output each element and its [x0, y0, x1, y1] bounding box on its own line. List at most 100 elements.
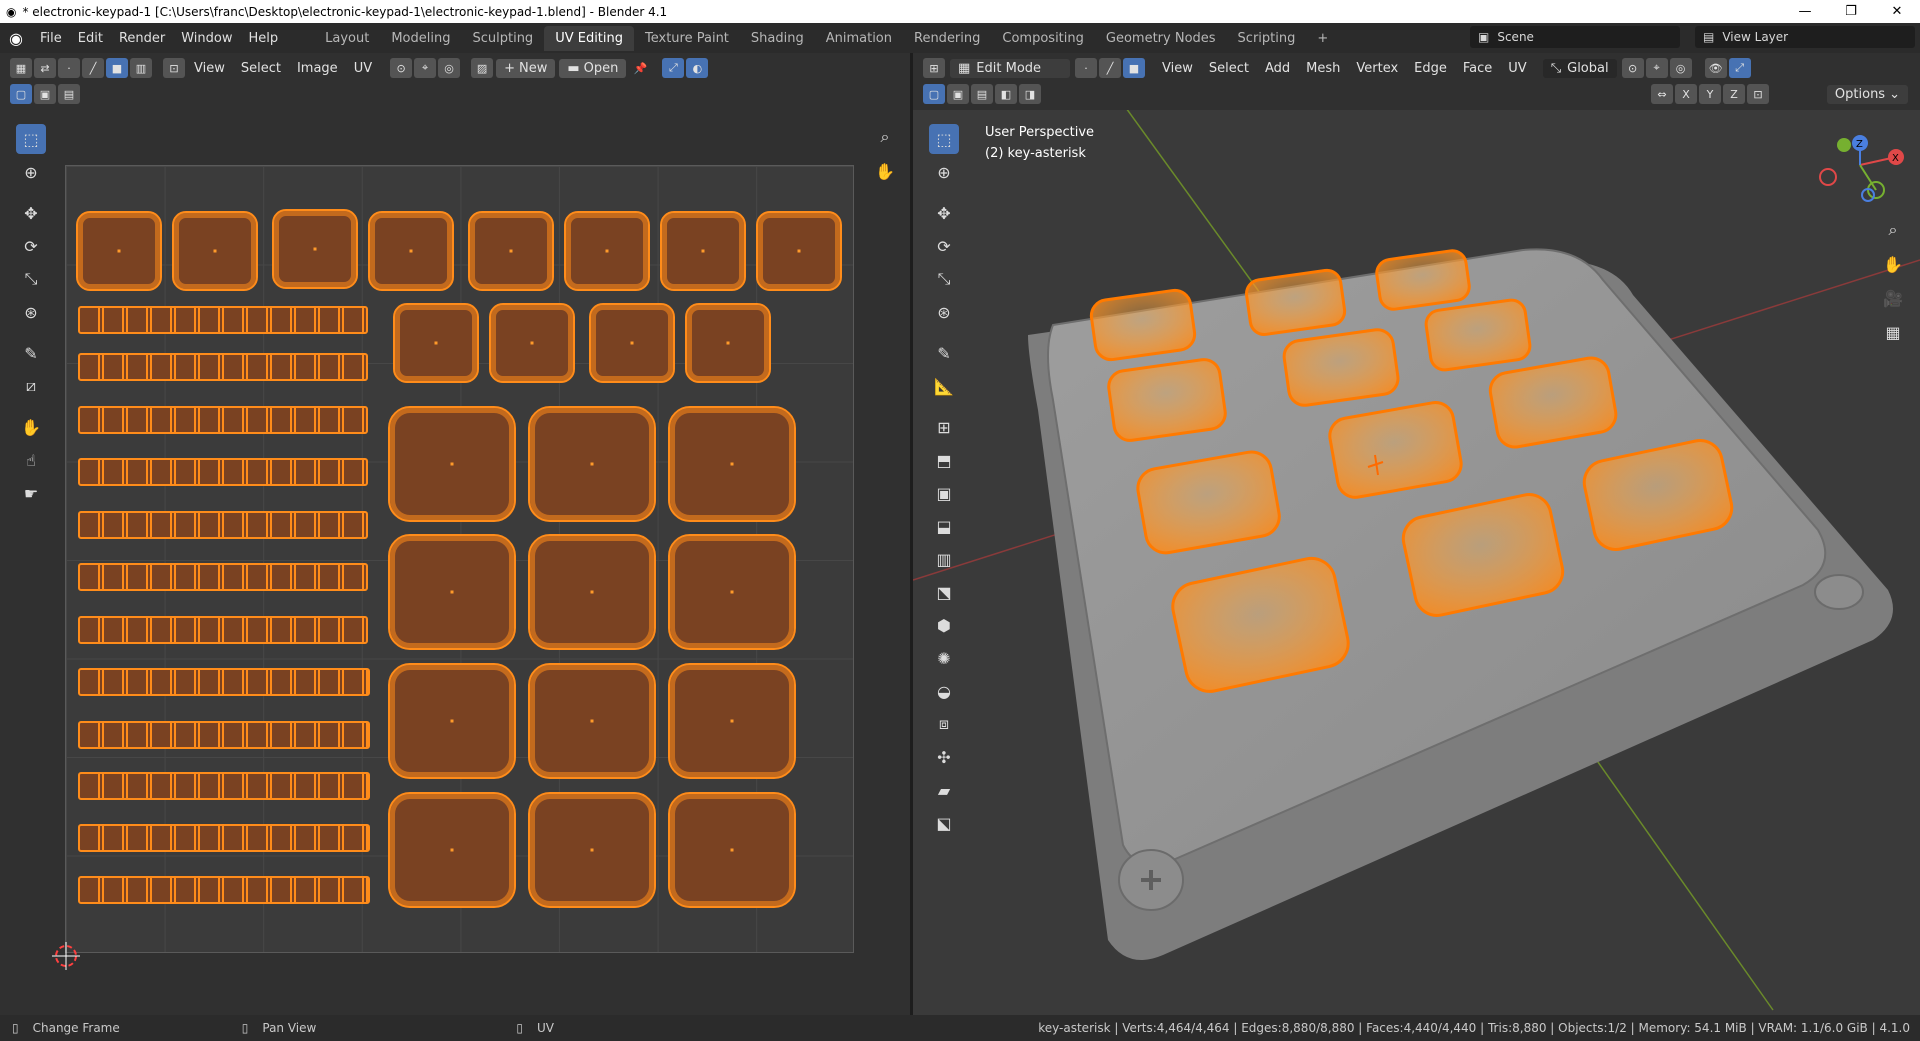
mode-dropdown[interactable]: ▦ Edit Mode — [950, 58, 1070, 78]
mesh-options-icon[interactable]: ⊡ — [1747, 84, 1769, 104]
key[interactable] — [1580, 436, 1736, 553]
add-workspace-button[interactable]: + — [1306, 26, 1339, 51]
menu-edit[interactable]: Edit — [70, 31, 111, 46]
3d-viewport[interactable] — [913, 110, 1920, 1015]
key[interactable] — [1089, 288, 1197, 362]
vertex-mode-icon[interactable]: · — [1075, 58, 1097, 78]
pivot-icon[interactable]: ⊙ — [390, 58, 413, 78]
vp-menu-uv[interactable]: UV — [1500, 61, 1534, 76]
uv-island[interactable] — [685, 303, 771, 383]
uv-island-large[interactable] — [528, 406, 656, 522]
uv-menu-view[interactable]: View — [186, 61, 233, 76]
vertex-select-icon[interactable]: · — [58, 58, 80, 78]
key[interactable] — [1327, 400, 1464, 500]
key[interactable] — [1375, 249, 1471, 311]
blender-menu-icon[interactable]: ◉ — [0, 29, 32, 48]
rip-region-icon[interactable]: ⬕ — [929, 808, 959, 838]
uv-strip[interactable] — [78, 668, 370, 696]
mirror-y-toggle[interactable]: Y — [1699, 84, 1721, 104]
shear-icon[interactable]: ▰ — [929, 775, 959, 805]
zoom-icon[interactable]: ⌕ — [870, 122, 900, 152]
uv-island[interactable] — [660, 211, 746, 291]
relax-icon[interactable]: ☝ — [16, 445, 46, 475]
uv-island-large[interactable] — [668, 663, 796, 779]
tab-geometry-nodes[interactable]: Geometry Nodes — [1095, 26, 1227, 51]
tab-shading[interactable]: Shading — [740, 26, 815, 51]
vp-menu-mesh[interactable]: Mesh — [1298, 61, 1348, 76]
uv-menu-image[interactable]: Image — [289, 61, 346, 76]
pinch-icon[interactable]: ☛ — [16, 478, 46, 508]
vp-pan-icon[interactable]: ✋ — [1878, 249, 1908, 279]
uv-island[interactable] — [489, 303, 575, 383]
vp-pivot-icon[interactable]: ⊙ — [1621, 58, 1644, 78]
uv-island-large[interactable] — [668, 792, 796, 908]
vp-gizmo-icon[interactable]: ⤢ — [1728, 58, 1751, 78]
key[interactable] — [1245, 268, 1347, 337]
grab-icon[interactable]: ✋ — [16, 412, 46, 442]
uv-strip[interactable] — [78, 772, 370, 800]
uv-strip[interactable] — [78, 721, 370, 749]
edge-mode-icon[interactable]: ╱ — [1099, 58, 1121, 78]
key[interactable] — [1168, 554, 1352, 696]
uv-grid[interactable] — [65, 165, 854, 953]
uv-island-large[interactable] — [528, 534, 656, 650]
shrink-fatten-icon[interactable]: ✣ — [929, 742, 959, 772]
overlay-icon[interactable]: ◐ — [686, 58, 709, 78]
bevel-icon[interactable]: ⬓ — [929, 511, 959, 541]
vp-select-extend-icon[interactable]: ▣ — [947, 84, 969, 104]
vp-select-subtract-icon[interactable]: ▤ — [971, 84, 993, 104]
move-icon[interactable]: ✥ — [16, 198, 46, 228]
vp-menu-view[interactable]: View — [1154, 61, 1201, 76]
island-select-icon[interactable]: ▥ — [130, 58, 152, 78]
minimize-button[interactable]: — — [1782, 0, 1828, 23]
vp-rotate-icon[interactable]: ⟳ — [929, 231, 959, 261]
hand-pan-icon[interactable]: ✋ — [870, 156, 900, 186]
viewport-editor-type-icon[interactable]: ⊞ — [923, 58, 945, 78]
tab-compositing[interactable]: Compositing — [991, 26, 1095, 51]
tab-animation[interactable]: Animation — [815, 26, 903, 51]
mirror-z-toggle[interactable]: Z — [1723, 84, 1745, 104]
extrude-icon[interactable]: ⬒ — [929, 445, 959, 475]
edge-slide-icon[interactable]: ⧈ — [929, 709, 959, 739]
vp-select-intersect-icon[interactable]: ◨ — [1019, 84, 1041, 104]
tab-layout[interactable]: Layout — [314, 26, 380, 51]
uv-island[interactable] — [76, 211, 162, 291]
image-browse-icon[interactable]: ▨ — [471, 58, 494, 78]
vp-annotate-icon[interactable]: ✎ — [929, 338, 959, 368]
spin-icon[interactable]: ✺ — [929, 643, 959, 673]
vp-select-new-icon[interactable]: ▢ — [923, 84, 945, 104]
vp-menu-face[interactable]: Face — [1455, 61, 1500, 76]
uv-island[interactable] — [589, 303, 675, 383]
pin-icon[interactable]: 📌 — [629, 58, 651, 78]
cursor-icon[interactable]: ⊕ — [16, 157, 46, 187]
uv-island-large[interactable] — [388, 534, 516, 650]
uv-island[interactable] — [172, 211, 258, 291]
select-subtract-icon[interactable]: ▤ — [58, 84, 80, 104]
mirror-x-toggle[interactable]: X — [1675, 84, 1697, 104]
vp-menu-vertex[interactable]: Vertex — [1348, 61, 1406, 76]
sync-selection-icon[interactable]: ⇄ — [34, 58, 56, 78]
add-cube-icon[interactable]: ⊞ — [929, 412, 959, 442]
uv-strip[interactable] — [78, 616, 368, 644]
smooth-icon[interactable]: ◒ — [929, 676, 959, 706]
vp-menu-add[interactable]: Add — [1257, 61, 1298, 76]
loop-cut-icon[interactable]: ▥ — [929, 544, 959, 574]
options-button[interactable]: Options ⌄ — [1826, 84, 1908, 104]
navigation-gizmo[interactable]: X Z — [1810, 125, 1910, 210]
transform-icon[interactable]: ⊛ — [16, 297, 46, 327]
snap-icon[interactable]: ⌖ — [414, 58, 437, 78]
uv-island[interactable] — [468, 211, 554, 291]
vp-snap-icon[interactable]: ⌖ — [1645, 58, 1668, 78]
view-layer-selector[interactable]: ▤ View Layer — [1695, 26, 1915, 48]
uv-strip[interactable] — [78, 563, 368, 591]
close-button[interactable]: ✕ — [1874, 0, 1920, 23]
sticky-mode-icon[interactable]: ⊡ — [163, 58, 185, 78]
uv-strip[interactable] — [78, 511, 368, 539]
uv-island[interactable] — [564, 211, 650, 291]
menu-file[interactable]: File — [32, 31, 70, 46]
key[interactable] — [1135, 449, 1283, 556]
ortho-toggle-icon[interactable]: ▦ — [1878, 317, 1908, 347]
vp-scale-icon[interactable]: ⤡ — [929, 264, 959, 294]
visibility-icon[interactable]: 👁 — [1704, 58, 1727, 78]
uv-island[interactable] — [756, 211, 842, 291]
